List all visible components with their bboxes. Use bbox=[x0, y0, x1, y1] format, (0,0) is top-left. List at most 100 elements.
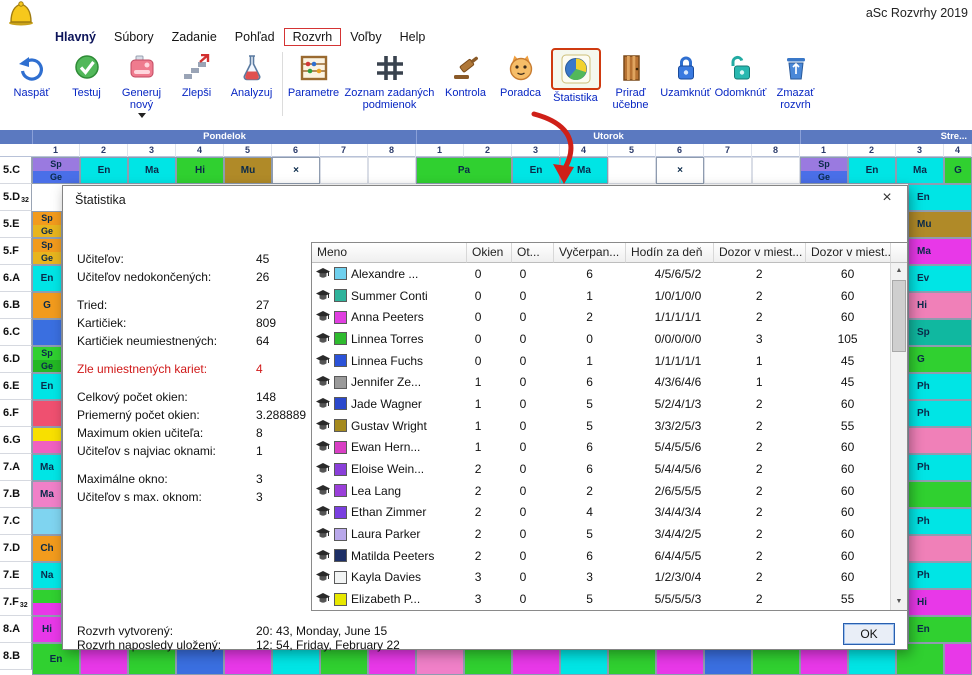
class-label-5-c[interactable]: 5.C bbox=[0, 157, 32, 184]
lesson-cell[interactable] bbox=[32, 508, 62, 535]
close-icon[interactable]: × bbox=[877, 189, 897, 207]
lesson-cell[interactable]: Ma bbox=[32, 454, 62, 481]
class-label-7-b[interactable]: 7.B bbox=[0, 481, 32, 508]
lesson-cell[interactable] bbox=[908, 427, 972, 454]
lesson-cell[interactable] bbox=[908, 481, 972, 508]
class-label-6-a[interactable]: 6.A bbox=[0, 265, 32, 292]
table-row-kayla-davies[interactable]: Kayla Davies3031/2/3/0/4260 bbox=[312, 567, 890, 589]
lesson-cell[interactable]: × bbox=[656, 157, 704, 184]
lesson-cell[interactable]: G bbox=[32, 292, 62, 319]
lesson-cell[interactable] bbox=[32, 319, 62, 346]
lesson-cell[interactable] bbox=[32, 427, 62, 454]
menu-item-help[interactable]: Help bbox=[391, 28, 435, 46]
lesson-cell[interactable]: Ma bbox=[128, 157, 176, 184]
table-row-jade-wagner[interactable]: Jade Wagner1055/2/4/1/3260 bbox=[312, 393, 890, 415]
table-row-gustav-wright[interactable]: Gustav Wright1053/3/2/5/3255 bbox=[312, 415, 890, 437]
lesson-cell[interactable]: Ma bbox=[32, 481, 62, 508]
toolbar-button-uzamknut[interactable]: Uzamknúť bbox=[658, 48, 713, 99]
class-label-7-c[interactable]: 7.C bbox=[0, 508, 32, 535]
dialog-title-bar[interactable]: Štatistika × bbox=[63, 186, 907, 212]
class-label-6-g[interactable]: 6.G bbox=[0, 427, 32, 454]
class-label-8-a[interactable]: 8.A bbox=[0, 616, 32, 643]
lesson-cell[interactable]: En bbox=[32, 373, 62, 400]
lesson-cell[interactable]: Na bbox=[32, 562, 62, 589]
class-label-7-a[interactable]: 7.A bbox=[0, 454, 32, 481]
class-label-7-d[interactable]: 7.D bbox=[0, 535, 32, 562]
lesson-cell[interactable]: Ph bbox=[908, 508, 972, 535]
class-label-7-e[interactable]: 7.E bbox=[0, 562, 32, 589]
column-header-dozor-v-miest[interactable]: Dozor v miest... bbox=[806, 243, 891, 263]
timetable-cell-empty[interactable] bbox=[368, 157, 416, 184]
lesson-cell[interactable] bbox=[908, 535, 972, 562]
toolbar-button-zmazat-rozvrh[interactable]: Zmazať rozvrh bbox=[768, 48, 823, 111]
menu-item-volby[interactable]: Voľby bbox=[341, 28, 390, 46]
toolbar-button-naspat[interactable]: Naspäť bbox=[4, 48, 59, 99]
lesson-cell[interactable]: Hi bbox=[908, 589, 972, 616]
timetable-cell-empty[interactable] bbox=[608, 157, 656, 184]
menu-item-pohlad[interactable]: Pohľad bbox=[226, 28, 284, 46]
menu-item-subory[interactable]: Súbory bbox=[105, 28, 163, 46]
toolbar-button-zlepsi[interactable]: Zlepši bbox=[169, 48, 224, 99]
scroll-up-icon[interactable]: ▲ bbox=[891, 263, 907, 279]
lesson-cell[interactable]: SpGe bbox=[32, 211, 62, 238]
lesson-cell[interactable]: Ph bbox=[908, 562, 972, 589]
lesson-cell[interactable]: En bbox=[908, 616, 972, 643]
column-header-ot[interactable]: Ot... bbox=[512, 243, 554, 263]
lesson-cell[interactable]: Mu bbox=[908, 211, 972, 238]
lesson-cell[interactable]: Ma bbox=[896, 157, 944, 184]
column-header-okien[interactable]: Okien bbox=[467, 243, 512, 263]
toolbar-button-kontrola[interactable]: Kontrola bbox=[438, 48, 493, 99]
table-row-elizabeth-p[interactable]: Elizabeth P...3055/5/5/5/3255 bbox=[312, 588, 890, 610]
table-row-lea-lang[interactable]: Lea Lang2022/6/5/5/5260 bbox=[312, 480, 890, 502]
table-row-linnea-fuchs[interactable]: Linnea Fuchs0011/1/1/1/1145 bbox=[312, 350, 890, 372]
table-row-laura-parker[interactable]: Laura Parker2053/4/4/2/5260 bbox=[312, 523, 890, 545]
toolbar-button-testuj[interactable]: Testuj bbox=[59, 48, 114, 99]
lesson-cell[interactable]: SpGe bbox=[800, 157, 848, 184]
class-label-6-b[interactable]: 6.B bbox=[0, 292, 32, 319]
class-label-8-b[interactable]: 8.B bbox=[0, 643, 32, 670]
lesson-cell[interactable] bbox=[32, 400, 62, 427]
ok-button[interactable]: OK bbox=[843, 623, 895, 645]
lesson-cell[interactable]: Hi bbox=[176, 157, 224, 184]
menu-item-rozvrh[interactable]: Rozvrh bbox=[284, 28, 342, 46]
lesson-cell[interactable]: Pa bbox=[416, 157, 512, 184]
lesson-cell[interactable]: Ev bbox=[908, 265, 972, 292]
lesson-cell[interactable]: Sp bbox=[908, 319, 972, 346]
toolbar-button-odomknut[interactable]: Odomknúť bbox=[713, 48, 768, 99]
class-label-6-f[interactable]: 6.F bbox=[0, 400, 32, 427]
lesson-cell[interactable]: Ph bbox=[908, 373, 972, 400]
toolbar-button-parametre[interactable]: Parametre bbox=[286, 48, 341, 99]
table-row-ethan-zimmer[interactable]: Ethan Zimmer2043/4/4/3/4260 bbox=[312, 502, 890, 524]
class-label-6-d[interactable]: 6.D bbox=[0, 346, 32, 373]
lesson-cell[interactable]: Hi bbox=[908, 292, 972, 319]
class-label-6-c[interactable]: 6.C bbox=[0, 319, 32, 346]
menu-item-zadanie[interactable]: Zadanie bbox=[163, 28, 226, 46]
toolbar-button-analyzuj[interactable]: Analyzuj bbox=[224, 48, 279, 99]
menu-item-hlavny[interactable]: Hlavný bbox=[46, 28, 105, 46]
class-label-6-e[interactable]: 6.E bbox=[0, 373, 32, 400]
lesson-cell[interactable]: × bbox=[272, 157, 320, 184]
timetable-cell-empty[interactable] bbox=[704, 157, 752, 184]
table-row-jennifer-ze[interactable]: Jennifer Ze...1064/3/6/4/6145 bbox=[312, 371, 890, 393]
class-label-5-e[interactable]: 5.E bbox=[0, 211, 32, 238]
lesson-cell[interactable]: Ch bbox=[32, 535, 62, 562]
lesson-cell[interactable]: Hi bbox=[32, 616, 62, 643]
lesson-cell[interactable]: SpGe bbox=[32, 157, 80, 184]
class-label-5-f[interactable]: 5.F bbox=[0, 238, 32, 265]
lesson-cell[interactable]: Ma bbox=[908, 238, 972, 265]
lesson-cell[interactable]: En bbox=[32, 265, 62, 292]
toolbar-button-generuj-novy[interactable]: Generuj nový bbox=[114, 48, 169, 118]
lesson-cell[interactable]: Ph bbox=[908, 454, 972, 481]
table-row-eloise-wein[interactable]: Eloise Wein...2065/4/4/5/6260 bbox=[312, 458, 890, 480]
toolbar-button-zoznam-zadanych-podmienok[interactable]: Zoznam zadaných podmienok bbox=[341, 48, 438, 111]
class-label-7-f[interactable]: 7.F32 bbox=[0, 589, 32, 616]
lesson-cell[interactable]: Ph bbox=[908, 400, 972, 427]
lesson-cell[interactable]: SpGe bbox=[32, 238, 62, 265]
class-label-5-d[interactable]: 5.D32 bbox=[0, 184, 32, 211]
timetable-cell-empty[interactable] bbox=[752, 157, 800, 184]
lesson-cell[interactable]: En bbox=[80, 157, 128, 184]
scrollbar-thumb[interactable] bbox=[892, 280, 906, 352]
dropdown-arrow-icon[interactable] bbox=[138, 113, 146, 118]
table-scrollbar[interactable]: ▲ ▼ bbox=[890, 263, 907, 610]
toolbar-button-poradca[interactable]: Poradca bbox=[493, 48, 548, 99]
